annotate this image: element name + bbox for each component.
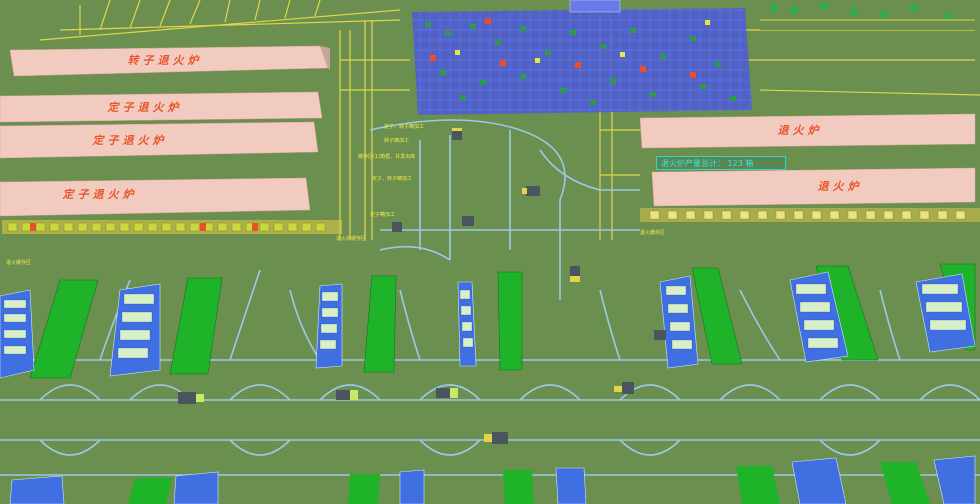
agv-6 xyxy=(654,330,666,340)
factory-floor-view: 转子退火炉 定子退火炉 定子退火炉 定子退火炉 退火炉 退火炉 定子、转子精加工… xyxy=(0,0,980,504)
label-rail-b: 转子精加工 xyxy=(384,137,409,144)
label-rail-h: 退火缓存区 xyxy=(6,259,31,266)
label-rail-a: 定子、转子精加工 xyxy=(384,123,424,130)
top-right-machines xyxy=(760,0,980,30)
agv-5 xyxy=(570,266,580,282)
label-rail-f: 退火炉缓存区 xyxy=(336,235,366,242)
furnace-annealing-2: 退火炉 xyxy=(651,167,976,207)
label-rail-e: 定子精加工 xyxy=(370,211,395,218)
furnace-label-stator-3: 定子退火炉 xyxy=(62,188,138,201)
furnace-stator-1: 定子退火炉 xyxy=(0,91,323,123)
conveyor-right xyxy=(640,208,980,222)
furnace-annealing-1: 退火炉 xyxy=(639,113,976,149)
furnace-stator-3: 定子退火炉 xyxy=(0,177,311,217)
furnace-label-annealing-1: 退火炉 xyxy=(778,124,823,137)
label-rail-g: 退火缓存区 xyxy=(640,229,665,236)
furnace-stator-2: 定子退火炉 xyxy=(0,121,319,159)
furnace-label-stator-2: 定子退火炉 xyxy=(92,134,168,147)
label-rail-d: 定子、转子精加工 xyxy=(372,175,412,182)
furnace-label-annealing-2: 退火炉 xyxy=(818,180,863,193)
conveyor-left xyxy=(2,220,342,234)
furnace-label-stator-1: 定子退火炉 xyxy=(107,101,183,114)
rack-warehouse xyxy=(412,0,752,115)
agv-8 xyxy=(336,390,358,400)
furnace-label-rotor: 转子退火炉 xyxy=(128,54,203,67)
factory-3d-scene: 转子退火炉 定子退火炉 定子退火炉 定子退火炉 退火炉 退火炉 定子、转子精加工… xyxy=(0,0,980,504)
agv-3 xyxy=(392,222,402,232)
agv-4 xyxy=(462,216,474,226)
agv-9 xyxy=(436,388,458,398)
label-rail-c: 缓存区(1)箱框、并发出库 xyxy=(358,153,415,160)
furnace-output-counter: 退火炉产量总计： 123 箱 xyxy=(656,156,786,170)
agv-1 xyxy=(452,128,462,140)
